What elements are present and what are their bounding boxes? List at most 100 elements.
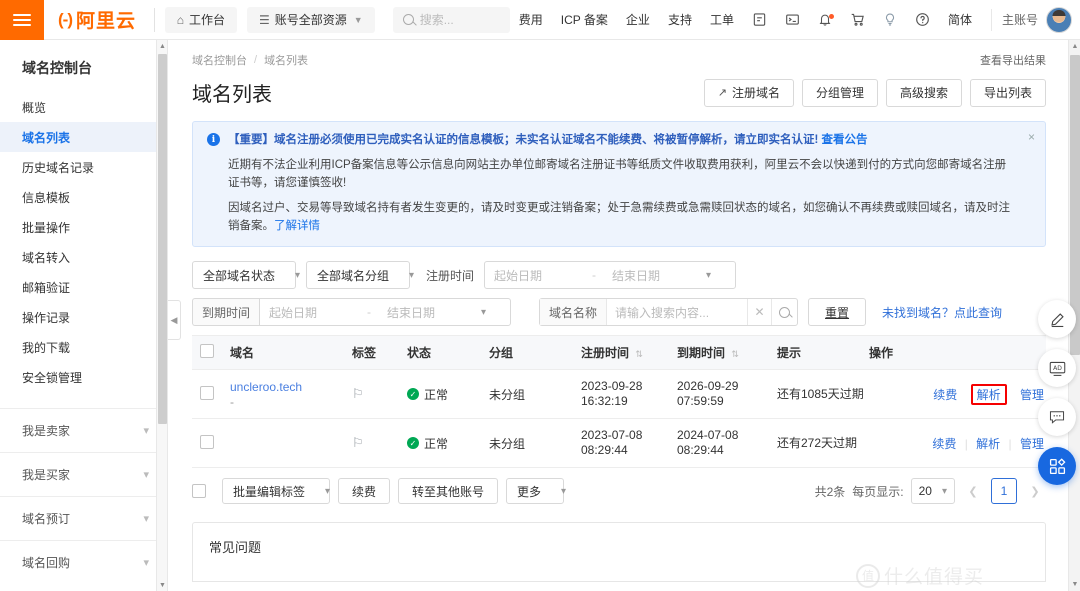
- scroll-up-icon[interactable]: ▲: [1069, 40, 1080, 53]
- menu-icon[interactable]: [0, 0, 44, 40]
- app-grid-icon[interactable]: [743, 12, 776, 27]
- exp-time-label: 到期时间: [192, 298, 260, 326]
- row-checkbox[interactable]: [200, 385, 214, 400]
- row-action-renew[interactable]: 续费: [933, 388, 957, 402]
- scroll-down-icon[interactable]: ▼: [157, 579, 167, 591]
- per-page-select[interactable]: 20 ▾: [910, 478, 955, 504]
- sort-icon[interactable]: ⇅: [731, 349, 739, 359]
- nav-workbench[interactable]: ⌂ 工作台: [164, 6, 238, 33]
- help-icon[interactable]: [906, 12, 939, 27]
- language-switch[interactable]: 简体: [939, 11, 981, 28]
- sidebar-item-email-verify[interactable]: 邮箱验证: [0, 272, 167, 302]
- apps-icon[interactable]: [1038, 447, 1076, 485]
- date-range-dash: -: [592, 268, 597, 282]
- domain-link[interactable]: uncleroo.tech: [230, 380, 352, 395]
- breadcrumb-root[interactable]: 域名控制台: [192, 52, 247, 68]
- reset-button[interactable]: 重置: [808, 298, 867, 326]
- domain-not-found-link[interactable]: 未找到域名？点此查询: [882, 304, 1002, 321]
- table-row[interactable]: ⚐ ✓ 正常 未分组 2023-07-08 08:29:44 2024-07-0…: [192, 419, 1046, 468]
- advanced-search-button[interactable]: 高级搜索: [885, 78, 962, 107]
- footer-select-all-checkbox[interactable]: [192, 484, 206, 498]
- sidebar-scroll-thumb[interactable]: [158, 54, 167, 424]
- column-exp-time[interactable]: 到期时间 ⇅: [677, 344, 777, 361]
- sidebar-item-history[interactable]: 历史域名记录: [0, 152, 167, 182]
- tag-icon[interactable]: ⚐: [352, 435, 364, 450]
- prev-page-icon[interactable]: ❮: [962, 478, 984, 504]
- bulb-icon[interactable]: [874, 12, 906, 27]
- page-number-1[interactable]: 1: [991, 478, 1017, 504]
- bell-icon[interactable]: [809, 12, 841, 27]
- header-link-ticket[interactable]: 工单: [701, 11, 743, 28]
- header-link-support[interactable]: 支持: [659, 11, 701, 28]
- exp-time-range-picker[interactable]: 起始日期 - 结束日期 ▾: [259, 298, 512, 326]
- transfer-account-button[interactable]: 转至其他账号: [398, 478, 499, 504]
- sidebar-item-transfer-in[interactable]: 域名转入: [0, 242, 167, 272]
- avatar[interactable]: [1046, 6, 1072, 33]
- domain-name-input[interactable]: 请输入搜索内容...: [607, 304, 747, 321]
- more-actions-select[interactable]: 更多 ▾: [506, 478, 567, 504]
- sidebar-group-label: 域名预订: [22, 512, 71, 526]
- terminal-icon[interactable]: [776, 12, 809, 27]
- sidebar-group-buyback[interactable]: 域名回购 ▾: [0, 540, 167, 584]
- main-content: 域名控制台 / 域名列表 查看导出结果 域名列表 ↗ 注册域名 分组管理 高级搜…: [168, 40, 1080, 591]
- reg-time-range-picker[interactable]: 起始日期 - 结束日期 ▾: [484, 261, 737, 289]
- global-search-input[interactable]: 搜索...: [392, 6, 510, 33]
- sidebar-group-buyer[interactable]: 我是买家 ▾: [0, 452, 167, 496]
- sidebar-item-security-lock[interactable]: 安全锁管理: [0, 362, 167, 392]
- sidebar-item-operation-log[interactable]: 操作记录: [0, 302, 167, 332]
- ad-icon[interactable]: AD: [1038, 349, 1076, 387]
- sort-icon[interactable]: ⇅: [635, 349, 643, 359]
- check-circle-icon: ✓: [407, 437, 419, 449]
- header-link-fee[interactable]: 费用: [510, 11, 552, 28]
- sidebar-group-seller[interactable]: 我是卖家 ▾: [0, 408, 167, 452]
- export-list-button[interactable]: 导出列表: [969, 78, 1046, 107]
- content-surface: 域名控制台 / 域名列表 查看导出结果 域名列表 ↗ 注册域名 分组管理 高级搜…: [168, 40, 1068, 591]
- table-row[interactable]: uncleroo.tech - ⚐ ✓ 正常 未分组 2023-09-28 16…: [192, 370, 1046, 419]
- select-all-checkbox[interactable]: [200, 344, 214, 358]
- breadcrumb-separator: /: [254, 54, 258, 66]
- notice-announcement-link[interactable]: 查看公告: [822, 134, 868, 146]
- view-export-result-link[interactable]: 查看导出结果: [980, 52, 1046, 68]
- table-header-row: 域名 标签 状态 分组 注册时间 ⇅ 到期时间 ⇅ 提示 操作: [192, 336, 1046, 370]
- close-icon[interactable]: ×: [1028, 130, 1035, 144]
- group-management-button[interactable]: 分组管理: [801, 78, 878, 107]
- scroll-up-icon[interactable]: ▲: [157, 40, 167, 52]
- register-domain-button[interactable]: ↗ 注册域名: [703, 78, 794, 107]
- search-submit-icon[interactable]: [771, 299, 797, 325]
- sidebar-item-overview[interactable]: 概览: [0, 92, 167, 122]
- row-tag-cell: ⚐: [352, 435, 407, 451]
- column-reg-time[interactable]: 注册时间 ⇅: [581, 344, 677, 361]
- domain-name-search[interactable]: 域名名称 请输入搜索内容... ✕: [539, 298, 799, 326]
- export-list-label: 导出列表: [983, 86, 1032, 100]
- aliyun-logo[interactable]: (-) 阿里云: [44, 0, 150, 40]
- sidebar-collapse-toggle[interactable]: ◀: [168, 300, 181, 340]
- header-link-enterprise[interactable]: 企业: [617, 11, 659, 28]
- sidebar-scrollbar[interactable]: ▲ ▼: [156, 40, 167, 591]
- sidebar-group-reservation[interactable]: 域名预订 ▾: [0, 496, 167, 540]
- sidebar-item-info-template[interactable]: 信息模板: [0, 182, 167, 212]
- filter-bar: 全部域名状态 ▾ 全部域名分组 ▾ 注册时间 起始日期 - 结束日期 ▾ 到期时…: [168, 247, 1068, 326]
- cart-icon[interactable]: [841, 12, 874, 27]
- domain-status-select[interactable]: 全部域名状态 ▾: [192, 261, 300, 289]
- batch-edit-tag-select[interactable]: 批量编辑标签 ▾: [222, 478, 330, 504]
- sidebar-item-batch-ops[interactable]: 批量操作: [0, 212, 167, 242]
- scroll-down-icon[interactable]: ▼: [1069, 578, 1080, 591]
- notice-learn-more-link[interactable]: 了解详情: [274, 220, 320, 232]
- tag-icon[interactable]: ⚐: [352, 386, 364, 401]
- domain-group-select[interactable]: 全部域名分组 ▾: [306, 261, 414, 289]
- chevron-down-icon: ▾: [561, 485, 567, 497]
- header-link-icp[interactable]: ICP 备案: [552, 11, 617, 28]
- row-action-resolve[interactable]: 解析: [976, 437, 1000, 451]
- row-group-cell: 未分组: [489, 436, 526, 451]
- row-action-renew[interactable]: 续费: [932, 437, 956, 451]
- sidebar-item-my-downloads[interactable]: 我的下载: [0, 332, 167, 362]
- pencil-icon[interactable]: [1038, 300, 1076, 338]
- row-action-resolve[interactable]: 解析: [977, 388, 1001, 402]
- row-checkbox[interactable]: [200, 434, 214, 449]
- nav-all-resources[interactable]: ☰ 账号全部资源 ▼: [247, 6, 375, 33]
- chat-icon[interactable]: [1038, 398, 1076, 436]
- clear-icon[interactable]: ✕: [747, 299, 771, 325]
- status-badge: ✓ 正常: [407, 386, 489, 403]
- sidebar-item-domain-list[interactable]: 域名列表: [0, 122, 167, 152]
- batch-renew-button[interactable]: 续费: [338, 478, 391, 504]
